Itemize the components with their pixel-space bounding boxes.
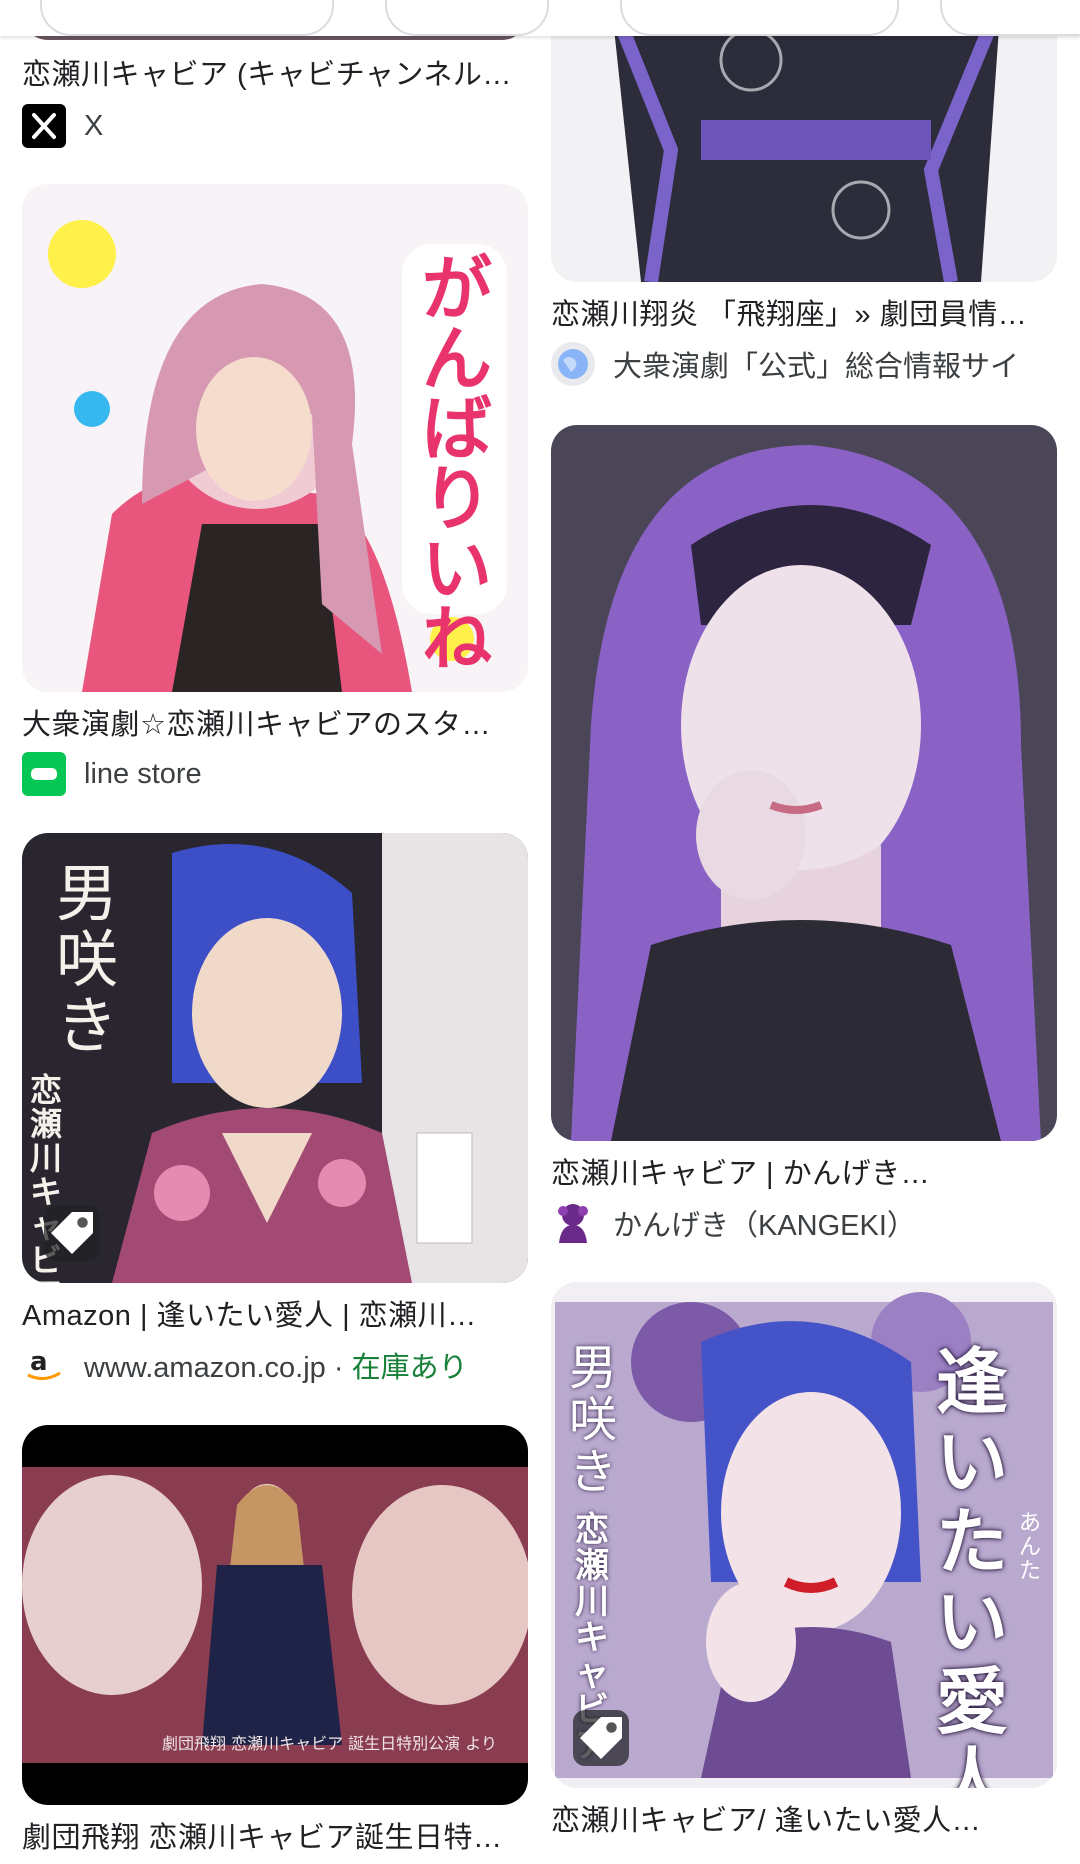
globe-icon — [551, 342, 595, 386]
result-title[interactable]: 恋瀬川キャビア | かんげき… — [551, 1155, 1057, 1193]
filter-chip[interactable] — [40, 0, 334, 36]
image-result-card[interactable]: がんばりいね 大衆演劇☆恋瀬川キャビアのスタ… line store — [22, 184, 528, 798]
result-title[interactable]: 恋瀬川キャビア/ 逢いたい愛人… — [551, 1802, 1057, 1840]
stock-status: 在庫あり — [351, 1352, 468, 1384]
svg-text:a: a — [30, 1347, 48, 1377]
image-result-card[interactable]: 男咲き 恋瀬川キャビア Amazon | 逢いたい愛人 | 恋瀬川… a www… — [22, 833, 528, 1389]
line-store-icon — [22, 752, 66, 796]
result-thumbnail[interactable] — [551, 0, 1057, 282]
album-ruby-text: あんた — [1019, 1511, 1042, 1584]
product-tag-icon — [573, 1710, 629, 1766]
result-title[interactable]: 劇団飛翔 恋瀬川キャビア誕生日特… — [22, 1819, 528, 1857]
result-title[interactable]: 恋瀬川翔炎 「飛翔座」» 劇団員情… — [551, 296, 1057, 334]
image-result-card[interactable]: 恋瀬川キャビア | かんげき… かんげき（KANGEKI） — [551, 425, 1057, 1247]
filter-chips-strip — [0, 0, 1080, 36]
image-result-card[interactable]: 逢いたい愛人 あんた 男咲き 恋瀬川キャビア 恋瀬川キャビア/ 逢いたい愛人… — [551, 1282, 1057, 1840]
source-domain: www.amazon.co.jp — [84, 1352, 326, 1384]
sticker-caption: がんばりいね — [422, 248, 492, 680]
result-thumbnail[interactable] — [551, 425, 1057, 1141]
image-result-card[interactable]: 劇団飛翔 恋瀬川キャビア 誕生日特別公演 より 劇団飛翔 恋瀬川キャビア誕生日特… — [22, 1425, 528, 1857]
image-result-card[interactable]: 恋瀬川翔炎 「飛翔座」» 劇団員情… 大衆演劇「公式」総合情報サイ — [551, 0, 1057, 388]
album-title-text: 逢いたい愛人 — [936, 1339, 1009, 1789]
result-thumbnail[interactable]: 男咲き 恋瀬川キャビア — [22, 833, 528, 1283]
video-caption: 劇団飛翔 恋瀬川キャビア 誕生日特別公演 より — [162, 1734, 497, 1753]
result-source[interactable]: かんげき（KANGEKI） — [551, 1199, 1057, 1247]
result-thumbnail[interactable]: がんばりいね — [22, 184, 528, 692]
result-source[interactable]: X — [22, 102, 528, 150]
album-series-text: 男咲き — [569, 1340, 618, 1500]
kangeki-icon — [551, 1201, 595, 1245]
result-source[interactable]: 大衆演劇「公式」総合情報サイ — [551, 340, 1057, 388]
result-source[interactable]: a www.amazon.co.jp · 在庫あり — [22, 1341, 528, 1389]
result-title[interactable]: 恋瀬川キャビア (キャビチャンネル… — [22, 56, 528, 94]
result-thumbnail[interactable]: 逢いたい愛人 あんた 男咲き 恋瀬川キャビア — [551, 1282, 1057, 1788]
x-logo-icon — [22, 104, 66, 148]
amazon-icon: a — [22, 1343, 66, 1387]
result-title[interactable]: Amazon | 逢いたい愛人 | 恋瀬川… — [22, 1297, 528, 1335]
filter-chip[interactable] — [940, 0, 1080, 36]
filter-chip[interactable] — [385, 0, 549, 36]
filter-chip[interactable] — [620, 0, 899, 36]
source-separator: · — [325, 1352, 352, 1384]
result-thumbnail[interactable]: 劇団飛翔 恋瀬川キャビア 誕生日特別公演 より — [22, 1425, 528, 1805]
product-tag-icon — [44, 1205, 100, 1261]
result-source[interactable]: line store — [22, 750, 528, 798]
album-title-text: 男咲き — [56, 857, 119, 1062]
result-title[interactable]: 大衆演劇☆恋瀬川キャビアのスタ… — [22, 706, 528, 744]
